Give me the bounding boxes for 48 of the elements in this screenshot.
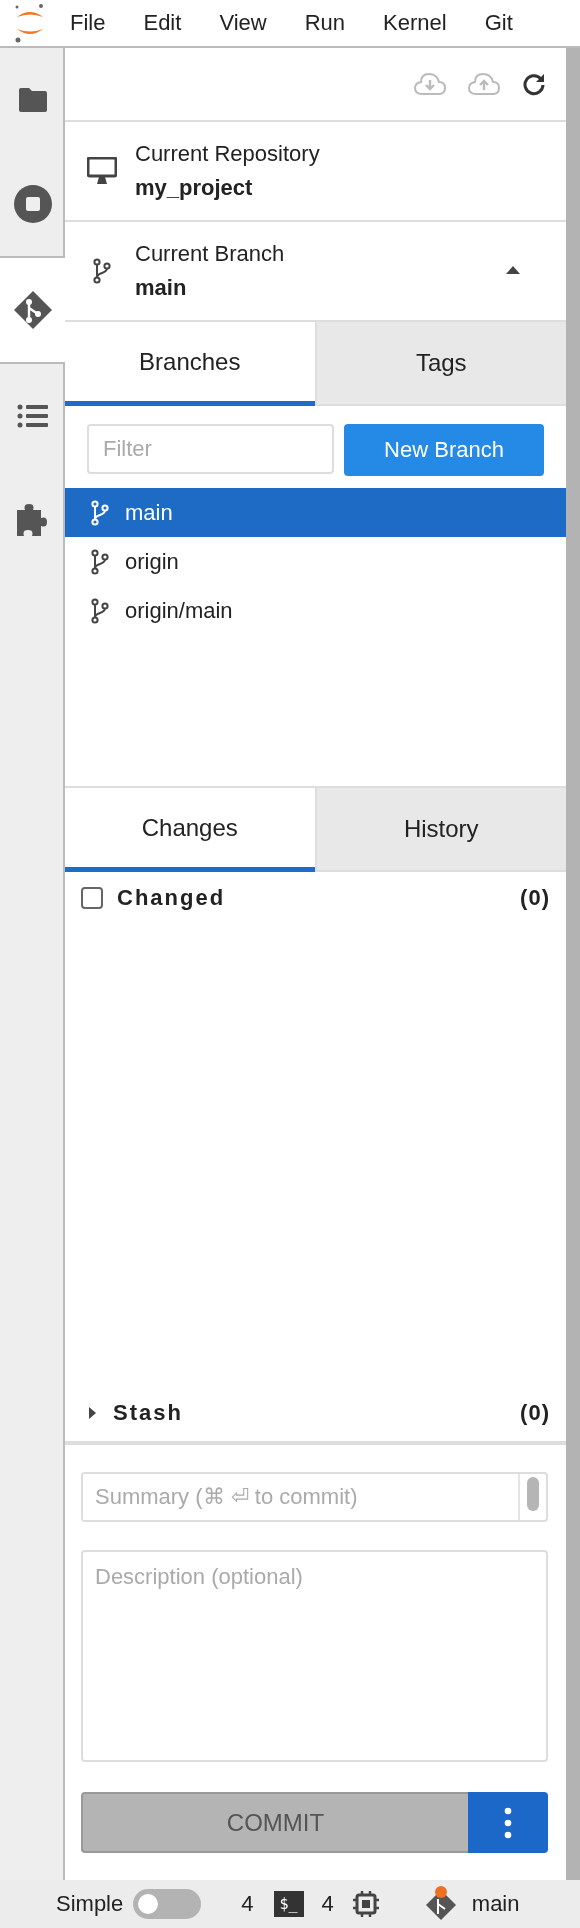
monitor-icon	[87, 157, 117, 185]
git-icon	[12, 290, 53, 330]
mode-toggle[interactable]	[133, 1889, 202, 1919]
menu-item[interactable]: Git	[484, 10, 513, 36]
terminal-count: 4	[241, 1891, 254, 1917]
menu-item[interactable]: View	[219, 10, 267, 36]
branch-icon	[91, 597, 109, 624]
section-title: Stash	[113, 1400, 183, 1426]
refresh-icon[interactable]	[522, 72, 546, 96]
branch-item[interactable]: main	[65, 488, 566, 537]
mode-label: Simple	[56, 1891, 124, 1917]
repository-name: my_project	[135, 175, 254, 201]
branch-icon	[93, 258, 111, 284]
description-field[interactable]: Description (optional)	[81, 1550, 548, 1762]
menu-item[interactable]: Run	[304, 10, 346, 36]
menu-item[interactable]: File	[70, 10, 106, 36]
branch-label: Current Branch	[135, 241, 285, 267]
scrollbar-thumb[interactable]	[527, 1477, 539, 1511]
menu-item[interactable]: Kernel	[383, 10, 447, 36]
branch-item[interactable]: origin/main	[65, 586, 566, 635]
folder-icon	[16, 87, 49, 113]
new-branch-button[interactable]: New Branch	[344, 424, 544, 476]
more-options-button[interactable]	[468, 1792, 548, 1853]
checkbox[interactable]	[81, 887, 103, 909]
terminal-icon[interactable]: $_	[273, 1891, 304, 1917]
branch-name: main	[135, 275, 188, 301]
logo-icon	[14, 3, 46, 43]
kernel-count: 4	[321, 1891, 334, 1917]
section-count: (0)	[520, 1400, 550, 1426]
branch-item[interactable]: origin	[65, 537, 566, 586]
summary-field[interactable]: Summary (⌘ ⏎ to commit)	[81, 1472, 548, 1522]
filter-field[interactable]: Filter	[87, 424, 334, 474]
sidebar-tab[interactable]	[0, 256, 65, 364]
section-count: (0)	[520, 885, 550, 911]
stop-circle-icon	[13, 185, 52, 223]
repository-label: Current Repository	[135, 141, 320, 167]
caret-icon[interactable]	[506, 266, 520, 274]
list-icon	[16, 403, 49, 429]
tab[interactable]: Tags	[314, 322, 566, 406]
branch-icon	[91, 499, 109, 526]
branch-icon	[91, 548, 109, 575]
menu-item[interactable]: Edit	[143, 10, 182, 36]
scrollbar[interactable]	[566, 48, 580, 1880]
tab[interactable]: History	[314, 788, 566, 872]
section-title: Changed	[117, 885, 226, 911]
chip-icon[interactable]	[351, 1890, 380, 1918]
branch-status: main	[471, 1891, 520, 1917]
kebab-icon	[504, 1806, 512, 1839]
